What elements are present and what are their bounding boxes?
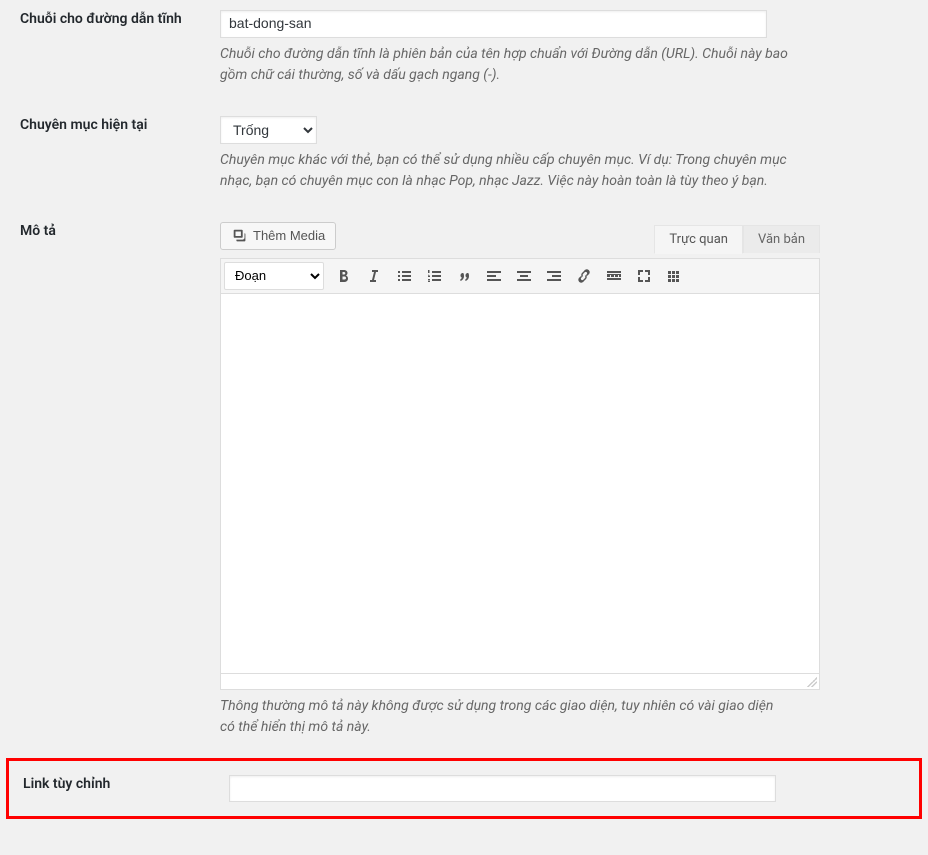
- toolbar-toggle-button[interactable]: [660, 262, 688, 290]
- align-center-button[interactable]: [510, 262, 538, 290]
- tab-visual[interactable]: Trực quan: [654, 225, 743, 254]
- parent-field: Trống Chuyên mục khác với thẻ, bạn có th…: [220, 116, 928, 192]
- editor-tabs: Trực quan Văn bản: [654, 225, 820, 253]
- description-row: Mô tả Thêm Media Trực quan Văn bản Đoạn: [0, 212, 928, 758]
- slug-row: Chuỗi cho đường dẫn tĩnh Chuỗi cho đường…: [0, 0, 928, 106]
- align-left-button[interactable]: [480, 262, 508, 290]
- custom-link-input[interactable]: [229, 775, 776, 803]
- editor-content[interactable]: [220, 294, 820, 674]
- slug-input[interactable]: [220, 10, 767, 38]
- tab-text[interactable]: Văn bản: [743, 225, 820, 253]
- blockquote-button[interactable]: [450, 262, 478, 290]
- bold-button[interactable]: [330, 262, 358, 290]
- more-button[interactable]: [600, 262, 628, 290]
- italic-button[interactable]: [360, 262, 388, 290]
- format-select[interactable]: Đoạn: [224, 262, 324, 290]
- number-list-button[interactable]: [420, 262, 448, 290]
- media-icon: [231, 227, 249, 245]
- add-media-button[interactable]: Thêm Media: [220, 222, 336, 250]
- slug-description: Chuỗi cho đường dẫn tĩnh là phiên bản củ…: [220, 44, 790, 86]
- parent-row: Chuyên mục hiện tại Trống Chuyên mục khá…: [0, 106, 928, 212]
- custom-link-label: Link tùy chỉnh: [9, 775, 229, 803]
- link-button[interactable]: [570, 262, 598, 290]
- editor-wrap: Trực quan Văn bản Đoạn: [220, 258, 820, 690]
- parent-select[interactable]: Trống: [220, 116, 317, 144]
- slug-field: Chuỗi cho đường dẫn tĩnh là phiên bản củ…: [220, 10, 928, 86]
- description-label: Mô tả: [0, 222, 220, 738]
- add-media-label: Thêm Media: [253, 228, 325, 243]
- align-right-button[interactable]: [540, 262, 568, 290]
- editor-toolbar: Đoạn: [220, 258, 820, 294]
- slug-label: Chuỗi cho đường dẫn tĩnh: [0, 10, 220, 86]
- custom-link-highlighted: Link tùy chỉnh: [6, 758, 922, 820]
- parent-description: Chuyên mục khác với thẻ, bạn có thể sử d…: [220, 150, 790, 192]
- description-help: Thông thường mô tả này không được sử dụn…: [220, 696, 790, 738]
- editor-resize-handle[interactable]: [220, 674, 820, 690]
- description-field: Thêm Media Trực quan Văn bản Đoạn: [220, 222, 928, 738]
- fullscreen-button[interactable]: [630, 262, 658, 290]
- parent-label: Chuyên mục hiện tại: [0, 116, 220, 192]
- bullet-list-button[interactable]: [390, 262, 418, 290]
- custom-link-field: [229, 775, 919, 803]
- custom-link-row: Link tùy chỉnh: [9, 775, 919, 803]
